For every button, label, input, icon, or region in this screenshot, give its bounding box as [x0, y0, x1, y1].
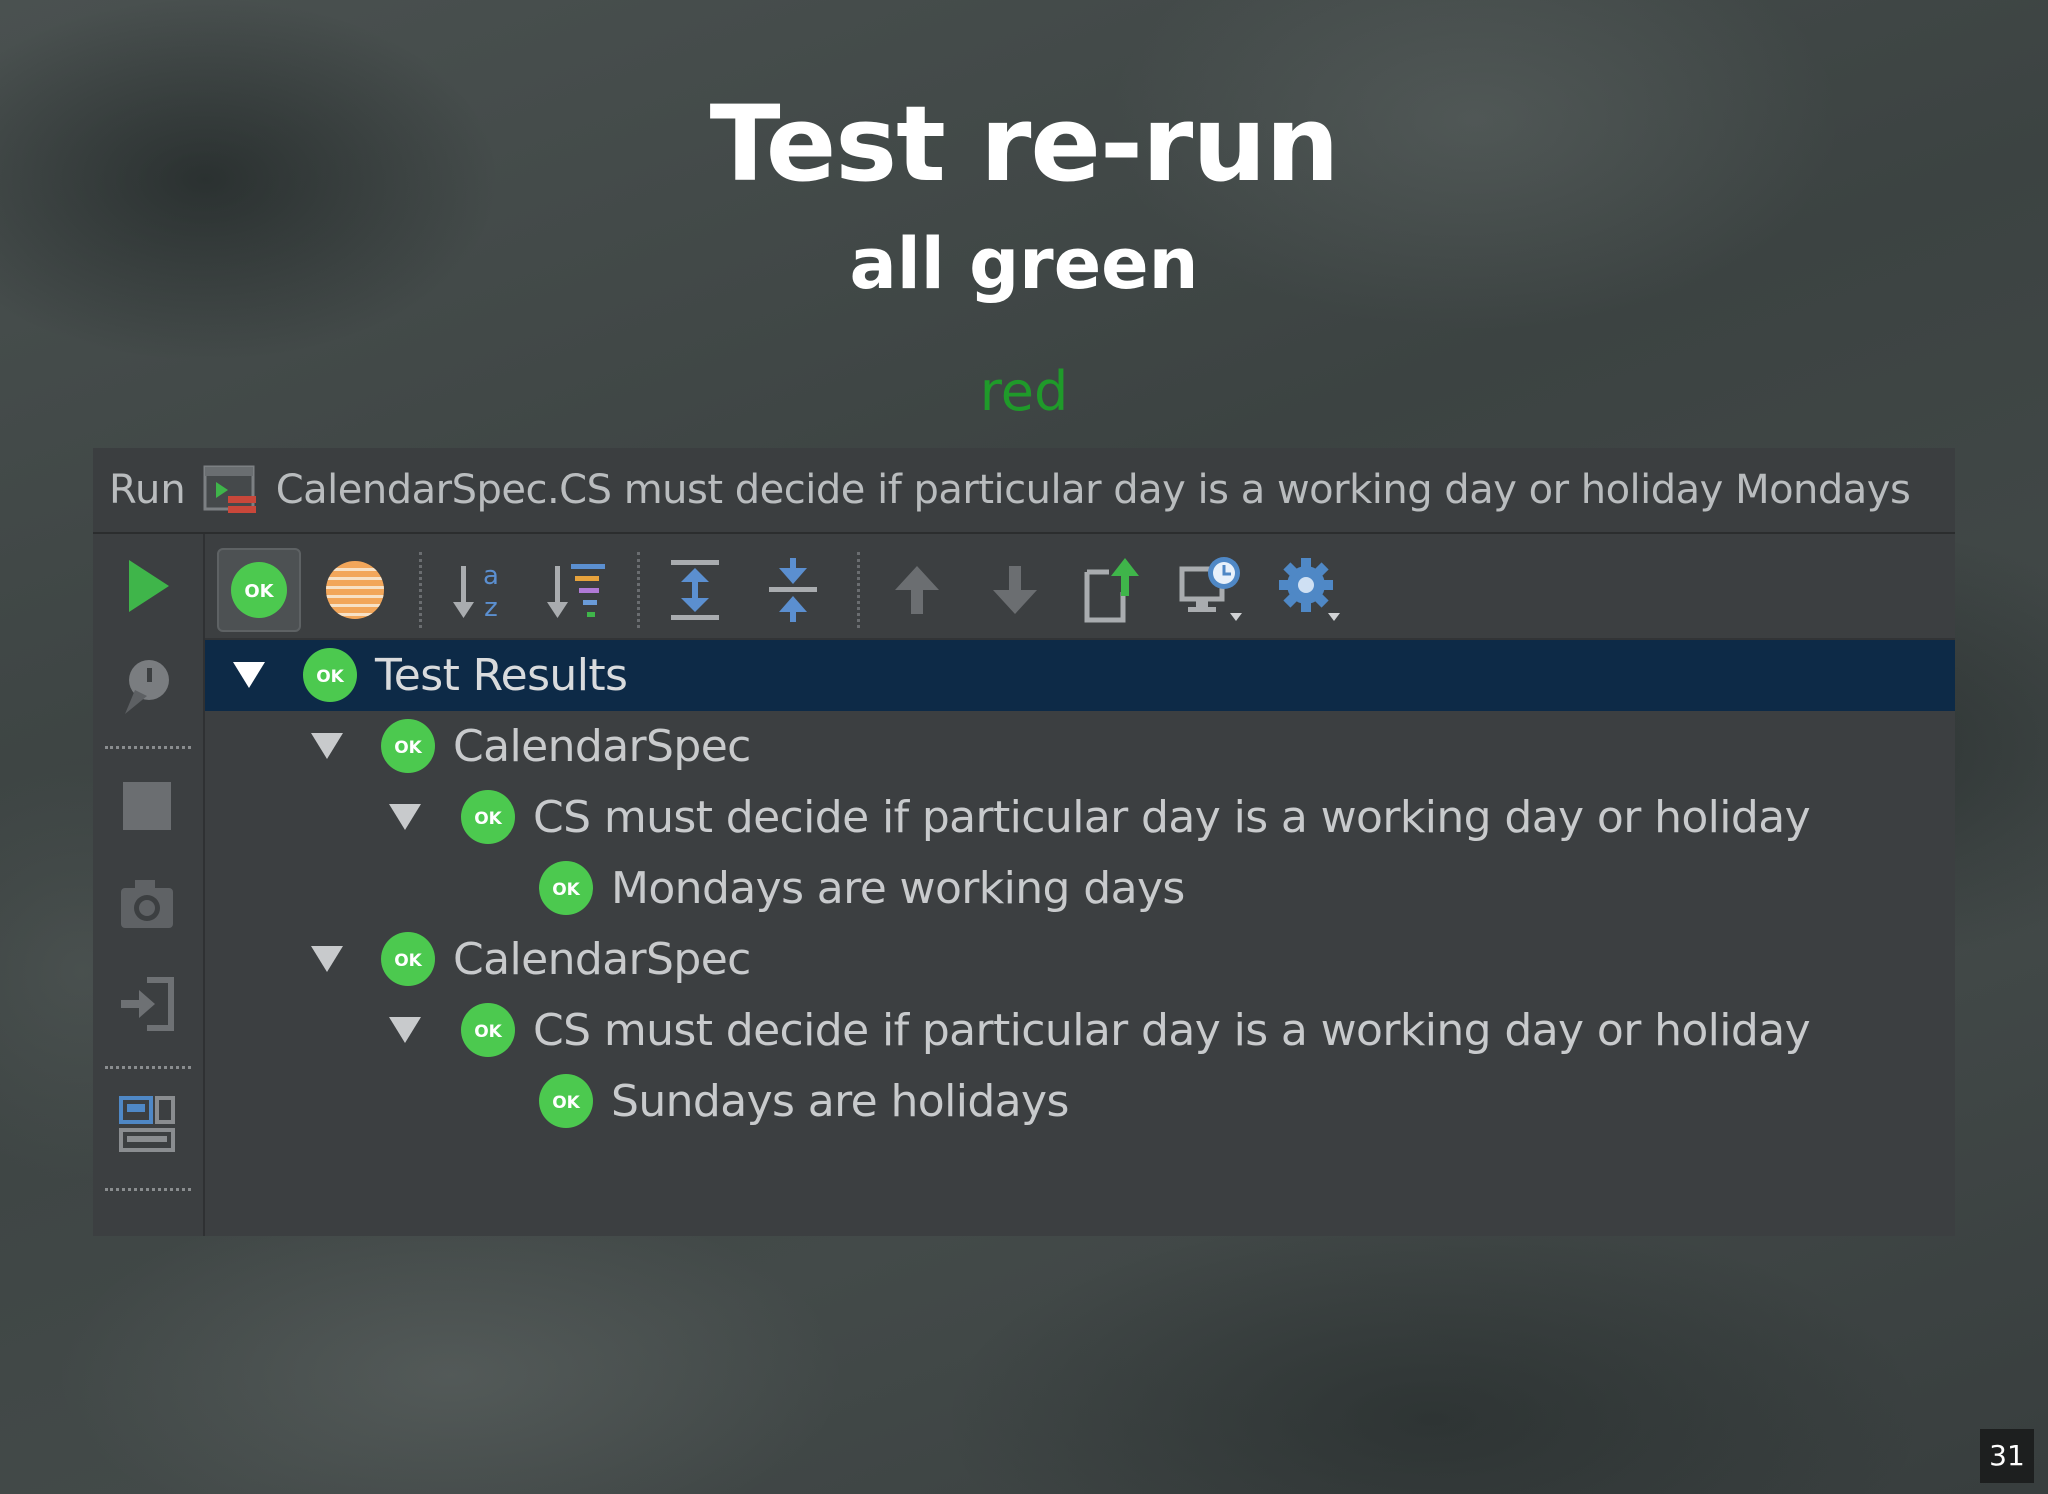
tree-row-spec[interactable]: OK CalendarSpec	[205, 924, 1955, 995]
page-number: 31	[1980, 1429, 2034, 1483]
run-config-name[interactable]: CalendarSpec.CS must decide if particula…	[276, 467, 1911, 513]
test-runner-toolbar: OK a z	[205, 534, 1955, 640]
svg-text:OK: OK	[474, 1022, 502, 1042]
tree-row-label: CalendarSpec	[453, 934, 751, 985]
strip-separator	[105, 1188, 191, 1191]
tree-row-label: CalendarSpec	[453, 721, 751, 772]
expanded-arrow-icon[interactable]	[229, 654, 269, 694]
tree-row-test-results[interactable]: OK Test Results	[205, 640, 1955, 711]
ghost-word: red	[979, 360, 1069, 423]
tree-row-label: CS must decide if particular day is a wo…	[533, 792, 1811, 843]
tree-row-label: Mondays are working days	[611, 863, 1185, 914]
tree-row-label: Test Results	[375, 650, 628, 701]
more-tools-icon[interactable]	[115, 1210, 179, 1236]
svg-text:OK: OK	[474, 809, 502, 829]
toolbar-separator	[637, 552, 640, 628]
ok-status-icon: OK	[303, 648, 357, 702]
tree-row-test[interactable]: OK Mondays are working days	[205, 853, 1955, 924]
tree-row-label: Sundays are holidays	[611, 1076, 1069, 1127]
collapse-all-icon[interactable]	[751, 548, 835, 632]
test-results-tree: OK Test Results OK CalendarSpec OK CS mu…	[205, 640, 1955, 1236]
tree-row-suite[interactable]: OK CS must decide if particular day is a…	[205, 995, 1955, 1066]
ok-status-icon: OK	[539, 1074, 593, 1128]
stop-icon[interactable]	[115, 774, 179, 838]
ide-run-panel: Run CalendarSpec.CS must decide if parti…	[93, 448, 1955, 1236]
layout-icon[interactable]	[115, 1092, 179, 1156]
rerun-failed-icon[interactable]	[115, 654, 179, 718]
expanded-arrow-icon[interactable]	[385, 1009, 425, 1049]
svg-text:a: a	[483, 561, 499, 591]
settings-icon[interactable]	[1269, 548, 1353, 632]
tree-row-label: CS must decide if particular day is a wo…	[533, 1005, 1811, 1056]
exit-icon[interactable]	[115, 972, 179, 1036]
expanded-arrow-icon[interactable]	[307, 725, 347, 765]
next-occurrence-icon[interactable]	[973, 548, 1057, 632]
toolbar-separator	[857, 552, 860, 628]
run-label: Run	[109, 467, 186, 513]
svg-text:OK: OK	[244, 581, 274, 602]
expand-all-icon[interactable]	[653, 548, 737, 632]
tree-row-spec[interactable]: OK CalendarSpec	[205, 711, 1955, 782]
svg-text:z: z	[484, 593, 498, 622]
tree-row-suite[interactable]: OK CS must decide if particular day is a…	[205, 782, 1955, 853]
expanded-arrow-icon[interactable]	[307, 938, 347, 978]
sort-alphabetically-icon[interactable]: a z	[437, 548, 521, 632]
sort-by-duration-icon[interactable]	[535, 548, 619, 632]
ok-status-icon: OK	[381, 932, 435, 986]
export-results-icon[interactable]	[1071, 548, 1155, 632]
svg-text:OK: OK	[552, 1093, 580, 1113]
svg-text:OK: OK	[394, 951, 422, 971]
expanded-arrow-icon[interactable]	[385, 796, 425, 836]
run-tool-window-header: Run CalendarSpec.CS must decide if parti…	[93, 448, 1955, 534]
svg-text:OK: OK	[316, 667, 344, 687]
show-passed-icon[interactable]: OK	[217, 548, 301, 632]
previous-occurrence-icon[interactable]	[875, 548, 959, 632]
rerun-icon[interactable]	[115, 554, 179, 618]
run-left-toolbar	[93, 534, 205, 1236]
run-config-icon	[202, 462, 258, 518]
toolbar-separator	[419, 552, 422, 628]
strip-separator	[105, 1066, 191, 1069]
slide-title: Test re-run	[709, 83, 1340, 205]
ok-status-icon: OK	[461, 1003, 515, 1057]
ok-status-icon: OK	[381, 719, 435, 773]
svg-text:OK: OK	[552, 880, 580, 900]
ok-status-icon: OK	[461, 790, 515, 844]
slide-subtitle: all green	[849, 223, 1199, 305]
dump-threads-icon[interactable]	[115, 872, 179, 936]
show-ignored-icon[interactable]	[313, 548, 397, 632]
ok-status-icon: OK	[539, 861, 593, 915]
test-history-icon[interactable]	[1171, 548, 1255, 632]
svg-text:OK: OK	[394, 738, 422, 758]
strip-separator	[105, 746, 191, 749]
tree-row-test[interactable]: OK Sundays are holidays	[205, 1066, 1955, 1137]
